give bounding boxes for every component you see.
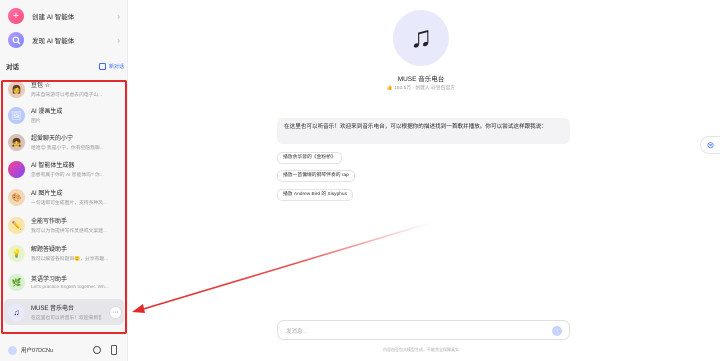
- chat-main: ♫ MUSE 音乐电台 👍 162.5万 · 创建人 @豆包官方 在这里也可以听…: [128, 0, 720, 361]
- settings-gear-icon[interactable]: [93, 346, 101, 354]
- search-icon: [8, 32, 24, 48]
- annotation-highlight-box: [1, 80, 127, 334]
- discover-agent-label: 发现 AI 智能体: [32, 38, 75, 45]
- edit-icon: [98, 62, 106, 70]
- bot-name: MUSE 音乐电台: [397, 76, 445, 83]
- conversation-section-title: 对话: [6, 64, 19, 71]
- suggestion-chip[interactable]: 播放 Andrew Bird 的 Sisyphus: [277, 189, 353, 201]
- message-input[interactable]: 发消息... ↑: [277, 320, 570, 340]
- bot-meta: 👍 162.5万 · 创建人 @豆包官方: [386, 86, 456, 91]
- message-input-placeholder: 发消息...: [286, 329, 308, 335]
- suggestion-chip[interactable]: 播放余华蓉的《金粉桥》: [277, 152, 342, 164]
- chevron-right-icon: ›: [117, 35, 120, 45]
- mobile-phone-icon[interactable]: [111, 345, 117, 355]
- user-name[interactable]: 用户07DCNu: [21, 346, 53, 354]
- create-agent-button[interactable]: + 创建 AI 智能体 ›: [4, 4, 124, 28]
- sidebar: + 创建 AI 智能体 › 发现 AI 智能体 › 对话 新对话 👩 豆包 ☆ 周…: [0, 0, 128, 361]
- create-agent-label: 创建 AI 智能体: [32, 14, 75, 21]
- music-note-icon: ♫: [393, 10, 449, 66]
- new-chat-label: 新对话: [108, 63, 124, 70]
- side-assistant-button[interactable]: ⊜: [700, 136, 720, 154]
- user-bar: 用户07DCNu: [0, 342, 128, 358]
- conversation-header: 对话 新对话: [6, 60, 124, 72]
- user-avatar[interactable]: [8, 345, 17, 355]
- send-button[interactable]: ↑: [552, 326, 562, 336]
- greeting-message: 在这里也可以听音乐！欢迎来到音乐电台，可以根据你的描述找到一首歌并播放。你可以尝…: [277, 118, 570, 144]
- new-chat-button[interactable]: 新对话: [98, 62, 124, 70]
- app-window: + 创建 AI 智能体 › 发现 AI 智能体 › 对话 新对话 👩 豆包 ☆ 周…: [0, 0, 720, 361]
- chevron-right-icon: ›: [117, 11, 120, 21]
- disclaimer-text: 内容由豆包大模型生成，不能完全保障真实: [383, 347, 459, 352]
- suggestion-chip[interactable]: 播放一首慵懒的钢琴伴奏的 rap: [277, 170, 355, 182]
- discover-agent-button[interactable]: 发现 AI 智能体 ›: [4, 28, 124, 52]
- plus-icon: +: [8, 8, 24, 24]
